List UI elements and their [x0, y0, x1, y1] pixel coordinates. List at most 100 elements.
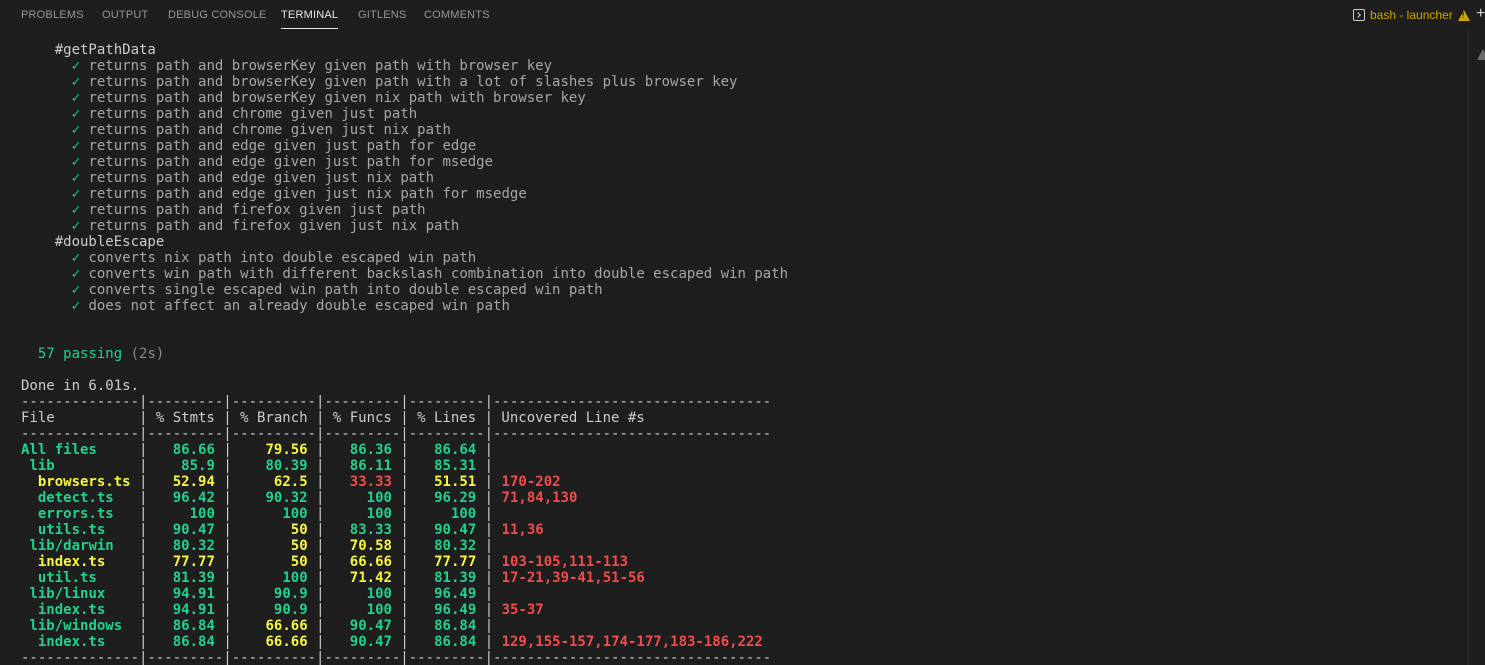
coverage-file-name: lib/darwin [21, 538, 114, 554]
coverage-branch-value: 50 [290, 554, 308, 570]
check-icon: ✓ [71, 138, 81, 154]
coverage-lines-value: 86.64 [434, 442, 477, 458]
check-icon: ✓ [71, 282, 81, 298]
coverage-branch-value: 80.39 [265, 458, 308, 474]
coverage-file-name: lib/linux [21, 586, 105, 602]
coverage-stmts-value: 81.39 [172, 570, 215, 586]
test-result-line: ✓ converts single escaped win path into … [21, 282, 788, 298]
test-name: returns path and edge given just path fo… [88, 138, 477, 154]
new-terminal-plus-icon[interactable]: + [1476, 5, 1485, 23]
uncovered-lines: 11,36 [501, 522, 544, 538]
terminal-instance-selector[interactable]: bash - launcher [1353, 7, 1470, 23]
coverage-file-label: lib/linux [29, 586, 106, 602]
coverage-file-label: errors.ts [37, 506, 114, 522]
test-result-line: ✓ returns path and chrome given just nix… [21, 122, 788, 138]
suite-title-text: #doubleEscape [54, 234, 165, 250]
uncovered-lines: 170-202 [501, 474, 561, 490]
uncovered-lines: 17-21,39-41,51-56 [501, 570, 645, 586]
uncovered-lines: 103-105,111-113 [501, 554, 628, 570]
coverage-branch-value: 50 [290, 538, 308, 554]
coverage-file-label: index.ts [37, 634, 106, 650]
tab-gitlens[interactable]: GITLENS [358, 0, 406, 30]
coverage-file-name: index.ts [21, 602, 105, 618]
check-icon: ✓ [71, 58, 81, 74]
uncovered-lines: 35-37 [501, 602, 544, 618]
coverage-row: index.ts | 94.91 | 90.9 | 100 | 96.49 | … [21, 602, 788, 618]
coverage-row: browsers.ts | 52.94 | 62.5 | 33.33 | 51.… [21, 474, 788, 490]
tab-terminal[interactable]: TERMINAL [281, 0, 339, 30]
coverage-branch-value: 66.66 [265, 634, 308, 650]
coverage-header: File | % Stmts | % Branch | % Funcs | % … [21, 410, 788, 426]
coverage-file-name: All files [21, 442, 97, 458]
test-name: returns path and chrome given just path [88, 106, 418, 122]
coverage-row: lib/linux | 94.91 | 90.9 | 100 | 96.49 | [21, 586, 788, 602]
coverage-branch-value: 66.66 [265, 618, 308, 634]
check-icon: ✓ [71, 154, 81, 170]
tab-problems[interactable]: PROBLEMS [21, 0, 84, 30]
coverage-lines-value: 85.31 [434, 458, 477, 474]
check-icon: ✓ [71, 106, 81, 122]
coverage-funcs-value: 83.33 [349, 522, 392, 538]
coverage-lines-value: 77.77 [434, 554, 477, 570]
test-name: returns path and firefox given just path [88, 202, 426, 218]
coverage-file-name: index.ts [21, 554, 105, 570]
test-name: returns path and firefox given just nix … [88, 218, 460, 234]
coverage-file-label: utils.ts [37, 522, 106, 538]
test-name: returns path and edge given just nix pat… [88, 170, 435, 186]
suite-title: #getPathData [21, 42, 788, 58]
coverage-file-label: lib [29, 458, 55, 474]
tab-debug-console[interactable]: DEBUG CONSOLE [168, 0, 267, 30]
panel-tab-bar: PROBLEMS OUTPUT DEBUG CONSOLE TERMINAL G… [0, 0, 1485, 30]
coverage-branch-value: 90.9 [273, 586, 308, 602]
terminal-instance-label: bash - launcher [1370, 8, 1453, 22]
coverage-row: index.ts | 86.84 | 66.66 | 90.47 | 86.84… [21, 634, 788, 650]
coverage-branch-value: 90.9 [273, 602, 308, 618]
terminal-output[interactable]: #getPathData ✓ returns path and browserK… [21, 42, 788, 665]
coverage-file-name: lib/windows [21, 618, 122, 634]
coverage-row: util.ts | 81.39 | 100 | 71.42 | 81.39 | … [21, 570, 788, 586]
coverage-branch-value: 90.32 [265, 490, 308, 506]
coverage-stmts-value: 96.42 [172, 490, 215, 506]
check-icon: ✓ [71, 90, 81, 106]
coverage-file-name: lib [21, 458, 55, 474]
coverage-file-name: utils.ts [21, 522, 105, 538]
test-result-line: ✓ returns path and browserKey given path… [21, 58, 788, 74]
coverage-file-name: detect.ts [21, 490, 114, 506]
coverage-funcs-value: 90.47 [349, 634, 392, 650]
coverage-branch-value: 50 [290, 522, 308, 538]
coverage-lines-value: 86.84 [434, 634, 477, 650]
coverage-funcs-value: 100 [366, 506, 392, 522]
test-name: returns path and browserKey given nix pa… [88, 90, 586, 106]
test-result-line: ✓ returns path and chrome given just pat… [21, 106, 788, 122]
coverage-file-label: index.ts [37, 554, 106, 570]
coverage-stmts-value: 80.32 [172, 538, 215, 554]
coverage-file-label: browsers.ts [37, 474, 131, 490]
test-name: returns path and edge given just path fo… [88, 154, 494, 170]
coverage-file-label: lib/darwin [29, 538, 114, 554]
coverage-funcs-value: 71.42 [349, 570, 392, 586]
coverage-separator: --------------|---------|----------|----… [21, 426, 788, 442]
test-result-line: ✓ returns path and edge given just path … [21, 138, 788, 154]
coverage-funcs-value: 70.58 [349, 538, 392, 554]
side-warning-icon [1477, 49, 1485, 60]
coverage-stmts-value: 94.91 [172, 602, 215, 618]
tab-comments[interactable]: COMMENTS [424, 0, 490, 30]
coverage-lines-value: 80.32 [434, 538, 477, 554]
coverage-lines-value: 90.47 [434, 522, 477, 538]
coverage-stmts-value: 90.47 [172, 522, 215, 538]
done-message: Done in 6.01s. [21, 378, 788, 394]
coverage-file-name: errors.ts [21, 506, 114, 522]
tab-output[interactable]: OUTPUT [102, 0, 148, 30]
coverage-branch-value: 100 [282, 506, 308, 522]
test-result-line: ✓ converts nix path into double escaped … [21, 250, 788, 266]
coverage-row: All files | 86.66 | 79.56 | 86.36 | 86.6… [21, 442, 494, 458]
uncovered-lines: 71,84,130 [501, 490, 578, 506]
coverage-branch-value: 100 [282, 570, 308, 586]
check-icon: ✓ [71, 74, 81, 90]
scrollbar-track[interactable] [1468, 30, 1469, 665]
test-result-line: ✓ returns path and browserKey given path… [21, 74, 788, 90]
coverage-branch-value: 62.5 [273, 474, 308, 490]
coverage-row: lib | 85.9 | 80.39 | 86.11 | 85.31 | [21, 458, 788, 474]
